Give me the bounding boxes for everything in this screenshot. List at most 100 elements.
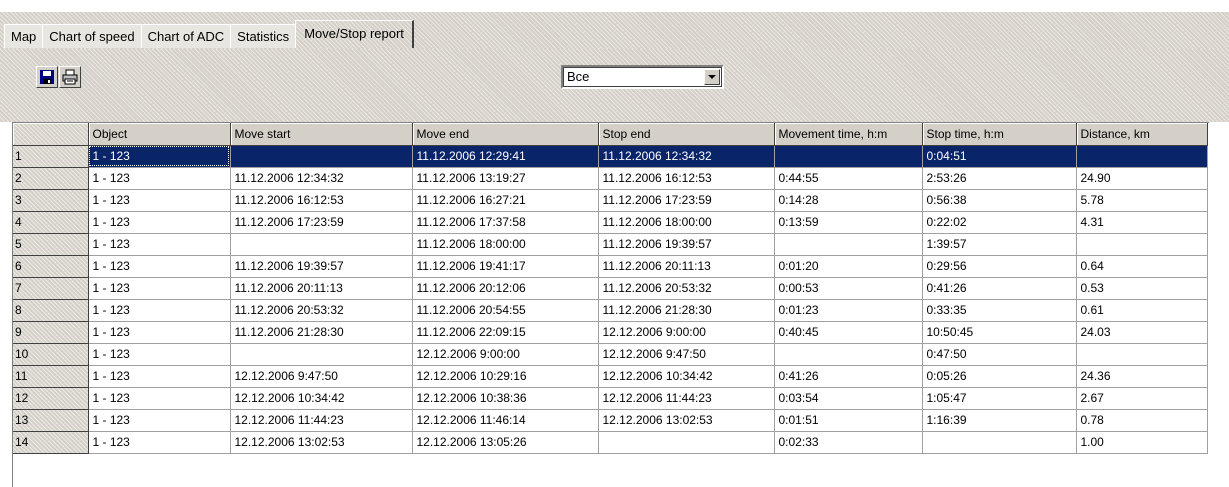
object-filter-select[interactable]: Все bbox=[561, 65, 724, 89]
table-cell[interactable]: 12.12.2006 10:34:42 bbox=[230, 387, 413, 410]
table-cell[interactable]: 11.12.2006 13:19:27 bbox=[412, 167, 599, 190]
column-header-stop-time[interactable]: Stop time, h:m bbox=[922, 123, 1077, 146]
table-cell[interactable]: 0.78 bbox=[1076, 409, 1208, 432]
table-row[interactable]: 51 - 123 11.12.2006 18:00:00 11.12.2006 19… bbox=[13, 233, 1208, 256]
table-cell[interactable]: 10:50:45 bbox=[922, 321, 1077, 344]
table-cell[interactable]: 12.12.2006 10:34:42 bbox=[598, 365, 775, 388]
table-cell[interactable]: 0:14:28 bbox=[774, 189, 923, 212]
table-cell[interactable]: 0:41:26 bbox=[774, 365, 923, 388]
table-cell[interactable]: 0.61 bbox=[1076, 299, 1208, 322]
table-cell[interactable] bbox=[230, 145, 413, 168]
table-cell[interactable]: 11.12.2006 12:34:32 bbox=[598, 145, 775, 168]
table-cell[interactable]: 1.00 bbox=[1076, 431, 1208, 454]
table-cell[interactable]: 0:01:51 bbox=[774, 409, 923, 432]
table-cell[interactable] bbox=[230, 343, 413, 366]
tab-statistics[interactable]: Statistics bbox=[230, 24, 297, 48]
column-header-move-end[interactable]: Move end bbox=[412, 123, 599, 146]
table-cell[interactable]: 1 - 123 bbox=[88, 431, 231, 454]
row-number[interactable]: 5 bbox=[13, 233, 89, 256]
table-cell[interactable] bbox=[774, 145, 923, 168]
table-cell[interactable]: 0:01:20 bbox=[774, 255, 923, 278]
table-cell[interactable]: 1 - 123 bbox=[88, 145, 231, 168]
corner-cell[interactable] bbox=[13, 123, 89, 146]
table-cell[interactable]: 1 - 123 bbox=[88, 167, 231, 190]
column-header-object[interactable]: Object bbox=[88, 123, 231, 146]
table-cell[interactable]: 0.64 bbox=[1076, 255, 1208, 278]
table-cell[interactable]: 0:47:50 bbox=[922, 343, 1077, 366]
table-cell[interactable]: 24.90 bbox=[1076, 167, 1208, 190]
table-cell[interactable]: 2.67 bbox=[1076, 387, 1208, 410]
dropdown-arrow-button[interactable] bbox=[704, 69, 720, 85]
table-cell[interactable]: 12.12.2006 11:44:23 bbox=[230, 409, 413, 432]
table-cell[interactable]: 5.78 bbox=[1076, 189, 1208, 212]
table-cell[interactable]: 12.12.2006 9:00:00 bbox=[412, 343, 599, 366]
column-header-move-start[interactable]: Move start bbox=[230, 123, 413, 146]
table-cell[interactable]: 1 - 123 bbox=[88, 211, 231, 234]
table-row[interactable]: 91 - 123 11.12.2006 21:28:30 11.12.2006 22… bbox=[13, 321, 1208, 344]
table-cell[interactable]: 11.12.2006 16:27:21 bbox=[412, 189, 599, 212]
table-cell[interactable]: 11.12.2006 19:39:57 bbox=[230, 255, 413, 278]
table-cell[interactable]: 11.12.2006 18:00:00 bbox=[412, 233, 599, 256]
table-cell[interactable]: 12.12.2006 13:02:53 bbox=[230, 431, 413, 454]
table-cell[interactable]: 0:56:38 bbox=[922, 189, 1077, 212]
table-cell[interactable] bbox=[774, 343, 923, 366]
row-number[interactable]: 9 bbox=[13, 321, 89, 344]
table-row[interactable]: 41 - 123 11.12.2006 17:23:59 11.12.2006 17… bbox=[13, 211, 1208, 234]
table-cell[interactable]: 11.12.2006 16:12:53 bbox=[230, 189, 413, 212]
table-cell[interactable]: 11.12.2006 19:41:17 bbox=[412, 255, 599, 278]
table-cell[interactable]: 12.12.2006 13:02:53 bbox=[598, 409, 775, 432]
table-cell[interactable]: 11.12.2006 21:28:30 bbox=[598, 299, 775, 322]
table-cell[interactable]: 24.03 bbox=[1076, 321, 1208, 344]
row-number[interactable]: 7 bbox=[13, 277, 89, 300]
table-cell[interactable]: 0:33:35 bbox=[922, 299, 1077, 322]
table-cell[interactable]: 11.12.2006 22:09:15 bbox=[412, 321, 599, 344]
table-cell[interactable]: 12.12.2006 9:47:50 bbox=[230, 365, 413, 388]
table-cell[interactable] bbox=[1076, 145, 1208, 168]
table-cell[interactable]: 1 - 123 bbox=[88, 365, 231, 388]
table-cell[interactable]: 11.12.2006 18:00:00 bbox=[598, 211, 775, 234]
table-cell[interactable]: 0:40:45 bbox=[774, 321, 923, 344]
report-grid[interactable]: Object Move start Move end Stop end Move… bbox=[12, 122, 1209, 487]
table-cell[interactable]: 11.12.2006 20:11:13 bbox=[598, 255, 775, 278]
table-cell[interactable]: 11.12.2006 17:37:58 bbox=[412, 211, 599, 234]
table-cell[interactable]: 1 - 123 bbox=[88, 233, 231, 256]
table-row[interactable]: 71 - 123 11.12.2006 20:11:13 11.12.2006 20… bbox=[13, 277, 1208, 300]
save-button[interactable] bbox=[36, 66, 58, 88]
table-cell[interactable]: 11.12.2006 17:23:59 bbox=[598, 189, 775, 212]
table-row[interactable]: 11 1 - 123 12.12.2006 9:47:50 12.12.2006 10… bbox=[13, 365, 1208, 388]
table-row[interactable]: 21 - 123 11.12.2006 12:34:32 11.12.2006 13… bbox=[13, 167, 1208, 190]
table-cell[interactable]: 0:13:59 bbox=[774, 211, 923, 234]
table-cell[interactable]: 1 - 123 bbox=[88, 189, 231, 212]
table-row[interactable]: 10 1 - 123 12.12.2006 9:00:00 12.12.2006 9:… bbox=[13, 343, 1208, 366]
table-cell[interactable]: 0:03:54 bbox=[774, 387, 923, 410]
table-cell[interactable]: 11.12.2006 17:23:59 bbox=[230, 211, 413, 234]
table-cell[interactable]: 0:00:53 bbox=[774, 277, 923, 300]
table-cell[interactable] bbox=[230, 233, 413, 256]
row-number[interactable]: 8 bbox=[13, 299, 89, 322]
table-cell[interactable]: 1 - 123 bbox=[88, 321, 231, 344]
table-cell[interactable]: 12.12.2006 11:44:23 bbox=[598, 387, 775, 410]
table-cell[interactable] bbox=[1076, 233, 1208, 256]
column-header-distance[interactable]: Distance, km bbox=[1076, 123, 1208, 146]
table-cell[interactable]: 12.12.2006 9:47:50 bbox=[598, 343, 775, 366]
tab-chart-of-adc[interactable]: Chart of ADC bbox=[140, 24, 232, 48]
table-cell[interactable]: 0:02:33 bbox=[774, 431, 923, 454]
table-cell[interactable]: 11.12.2006 20:12:06 bbox=[412, 277, 599, 300]
table-cell[interactable]: 11.12.2006 12:29:41 bbox=[412, 145, 599, 168]
column-header-movement-time[interactable]: Movement time, h:m bbox=[774, 123, 923, 146]
row-number[interactable]: 14 bbox=[13, 431, 89, 454]
table-cell[interactable]: 12.12.2006 10:38:36 bbox=[412, 387, 599, 410]
table-row[interactable]: 14 1 - 123 12.12.2006 13:02:53 12.12.2006 1… bbox=[13, 431, 1208, 454]
table-cell[interactable]: 0:05:26 bbox=[922, 365, 1077, 388]
row-number[interactable]: 2 bbox=[13, 167, 89, 190]
table-row[interactable]: 11 - 123 11.12.2006 12:29:41 11.12.2006 12… bbox=[13, 145, 1208, 168]
table-cell[interactable]: 12.12.2006 10:29:16 bbox=[412, 365, 599, 388]
table-cell[interactable]: 1 - 123 bbox=[88, 343, 231, 366]
table-cell[interactable]: 1 - 123 bbox=[88, 255, 231, 278]
print-button[interactable] bbox=[59, 66, 81, 88]
row-number[interactable]: 10 bbox=[13, 343, 89, 366]
table-cell[interactable]: 0:22:02 bbox=[922, 211, 1077, 234]
table-cell[interactable] bbox=[598, 431, 775, 454]
table-cell[interactable]: 1 - 123 bbox=[88, 277, 231, 300]
table-cell[interactable]: 11.12.2006 16:12:53 bbox=[598, 167, 775, 190]
